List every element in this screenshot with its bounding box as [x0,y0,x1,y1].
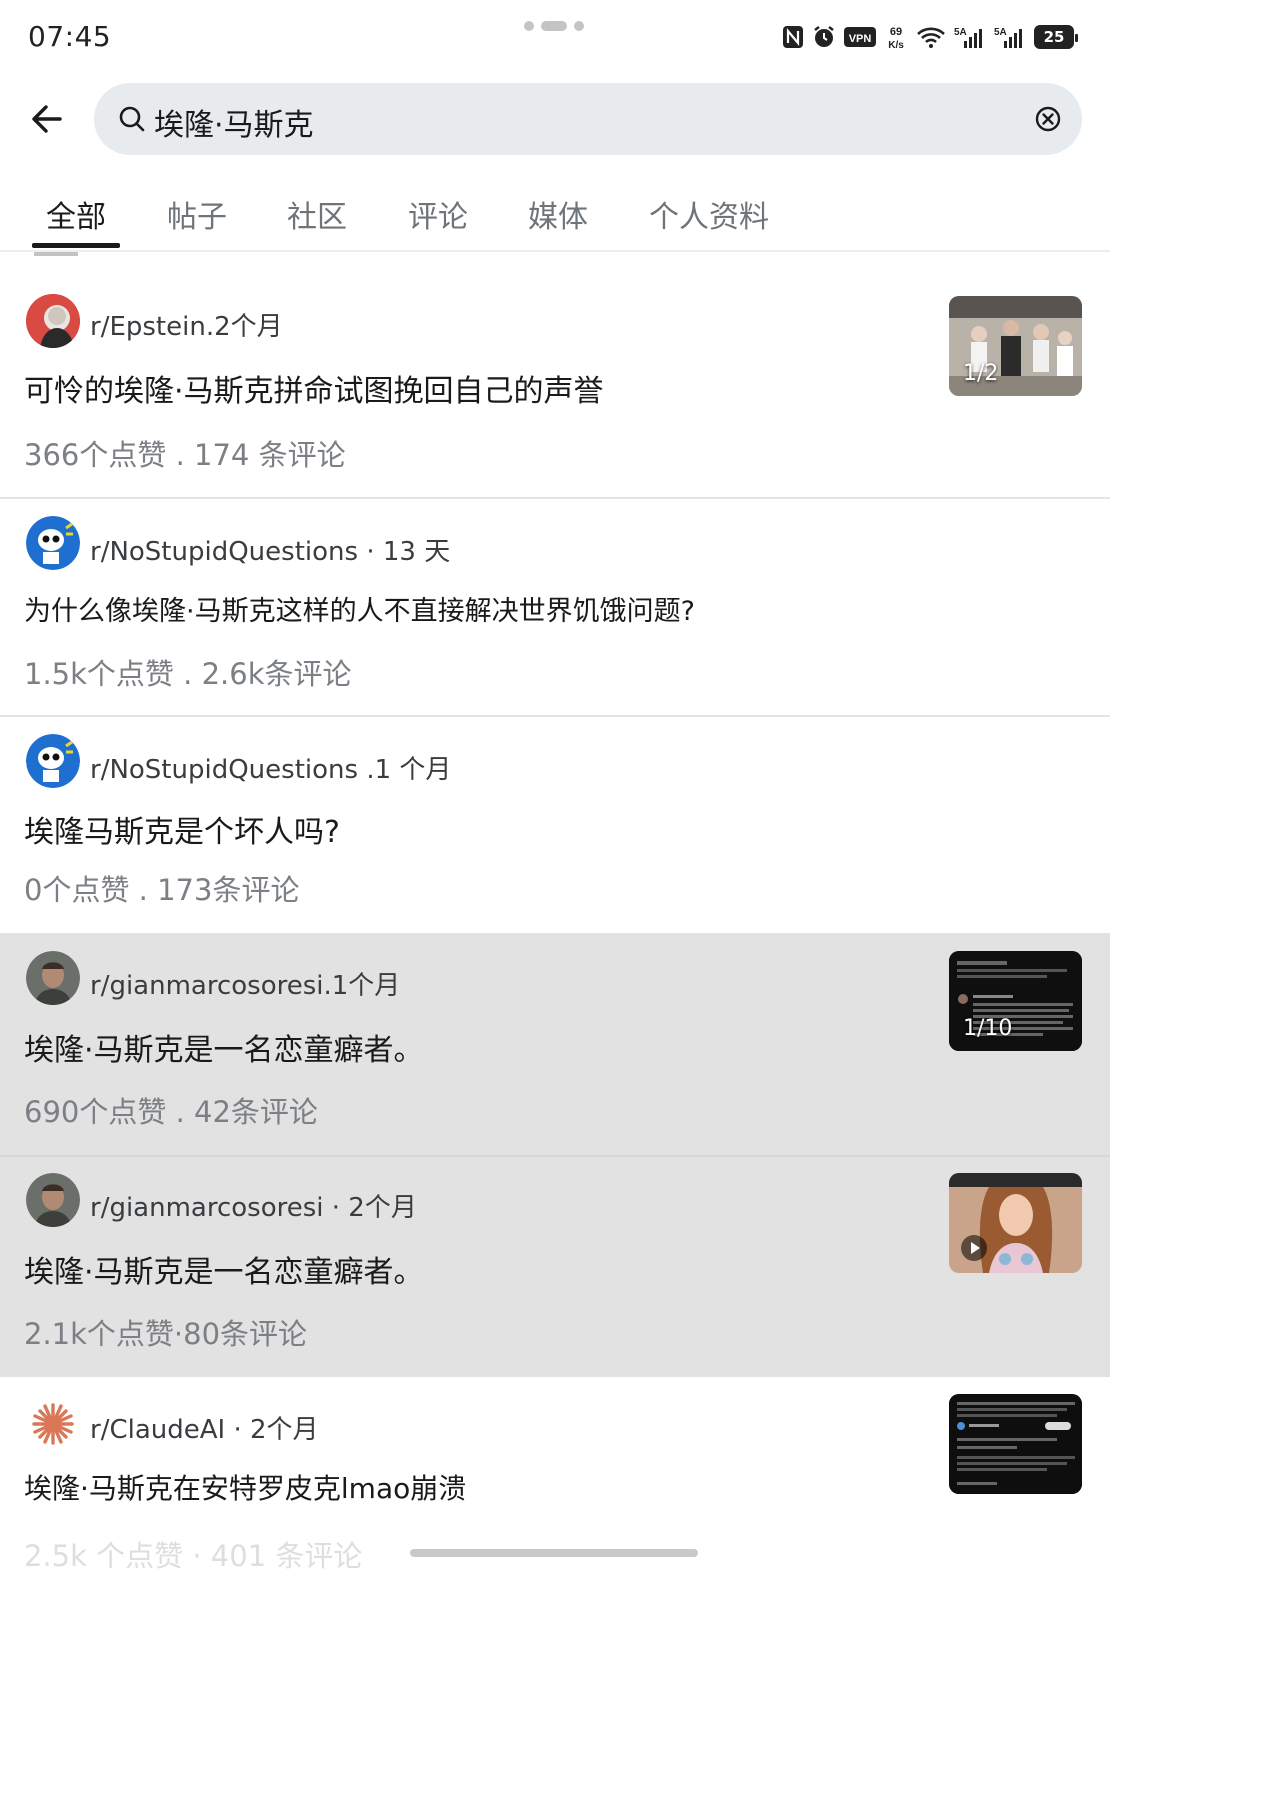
video-play-icon [961,1235,987,1261]
signal-icon: 5A [954,27,982,48]
post-title[interactable]: 埃隆·马斯克在安特罗皮克lmao崩溃 [24,1467,466,1507]
svg-text:K/s: K/s [888,40,904,50]
speed-icon: 69 K/s [888,26,904,50]
status-bar: 07:45 VPN 69 K/s 5A 5A 25 [0,0,1110,80]
post-stats: 0个点赞 . 173条评论 [24,873,300,907]
svg-text:69: 69 [890,26,902,38]
search-result-post[interactable]: r/Epstein.2个月 可怜的埃隆·马斯克拼命试图挽回自己的声誉 366个点… [0,270,1110,498]
post-community-meta[interactable]: r/Epstein.2个月 [90,306,283,343]
active-tab-indicator [32,243,120,248]
post-community-meta[interactable]: r/NoStupidQuestions .1 个月 [90,749,451,786]
post-community-meta[interactable]: r/ClaudeAI · 2个月 [90,1409,319,1446]
search-result-post[interactable]: r/gianmarcosoresi.1个月 埃隆·马斯克是一名恋童癖者。 690… [0,933,1110,1155]
tab-media[interactable]: 媒体 [528,192,588,236]
result-tabs: 全部 帖子 社区 评论 媒体 个人资料 [0,170,1110,252]
search-result-post[interactable]: r/NoStupidQuestions .1 个月 埃隆马斯克是个坏人吗? 0个… [0,717,1110,933]
clear-icon[interactable] [1034,105,1062,133]
camera-notch [524,21,584,31]
cropped-text-fragment [34,252,78,256]
svg-text:VPN: VPN [849,33,872,45]
tab-posts[interactable]: 帖子 [167,192,227,236]
battery-icon: 25 [1034,25,1078,49]
post-stats: 366个点赞 . 174 条评论 [24,438,346,472]
search-bar[interactable]: 埃隆·马斯克 [94,83,1082,155]
post-title[interactable]: 埃隆·马斯克是一名恋童癖者。 [24,1025,424,1069]
post-stats: 690个点赞 . 42条评论 [24,1095,318,1129]
search-icon [119,106,145,132]
post-thumbnail[interactable] [949,1394,1082,1494]
back-arrow-icon [32,105,62,133]
community-avatar [26,1173,80,1227]
search-input[interactable]: 埃隆·马斯克 [154,100,314,144]
nfc-icon [783,26,803,48]
post-thumbnail[interactable]: 1/2 [949,296,1082,396]
wifi-icon [917,27,945,48]
svg-text:5A: 5A [954,27,967,38]
claude-logo-avatar [26,1397,80,1451]
back-button[interactable] [26,98,70,142]
search-result-post[interactable]: r/ClaudeAI · 2个月 埃隆·马斯克在安特罗皮克lmao崩溃 2.5k… [0,1377,1110,1573]
svg-text:5A: 5A [994,27,1007,38]
community-avatar [26,294,80,348]
post-title[interactable]: 埃隆马斯克是个坏人吗? [24,807,340,851]
post-thumbnail[interactable] [949,1173,1082,1273]
search-result-post[interactable]: r/NoStupidQuestions · 13 天 为什么像埃隆·马斯克这样的… [0,499,1110,715]
search-result-post[interactable]: r/gianmarcosoresi · 2个月 埃隆·马斯克是一名恋童癖者。 2… [0,1157,1110,1377]
post-community-meta[interactable]: r/gianmarcosoresi.1个月 [90,965,400,1002]
status-icons: VPN 69 K/s 5A 5A 25 [782,24,1078,50]
post-community-meta[interactable]: r/NoStupidQuestions · 13 天 [90,531,450,568]
tab-all[interactable]: 全部 [46,192,106,236]
tab-communities[interactable]: 社区 [287,192,347,236]
image-count-badge: 1/10 [963,1016,1013,1041]
community-avatar [26,516,80,570]
home-indicator[interactable] [410,1549,698,1557]
post-stats: 2.5k 个点赞 · 401 条评论 [24,1539,363,1573]
alarm-icon [814,26,834,47]
post-stats: 1.5k个点赞 . 2.6k条评论 [24,657,352,691]
community-avatar [26,951,80,1005]
post-title[interactable]: 为什么像埃隆·马斯克这样的人不直接解决世界饥饿问题? [24,589,695,628]
post-thumbnail[interactable]: 1/10 [949,951,1082,1051]
community-avatar [26,734,80,788]
vpn-icon: VPN [844,27,876,47]
status-time: 07:45 [28,20,112,53]
tab-comments[interactable]: 评论 [408,192,468,236]
post-community-meta[interactable]: r/gianmarcosoresi · 2个月 [90,1187,417,1224]
post-title[interactable]: 可怜的埃隆·马斯克拼命试图挽回自己的声誉 [24,366,604,410]
signal-icon: 5A [994,27,1022,48]
image-count-badge: 1/2 [963,361,999,386]
post-stats: 2.1k个点赞·80条评论 [24,1317,308,1351]
post-title[interactable]: 埃隆·马斯克是一名恋童癖者。 [24,1247,424,1291]
tab-profiles[interactable]: 个人资料 [649,192,769,236]
